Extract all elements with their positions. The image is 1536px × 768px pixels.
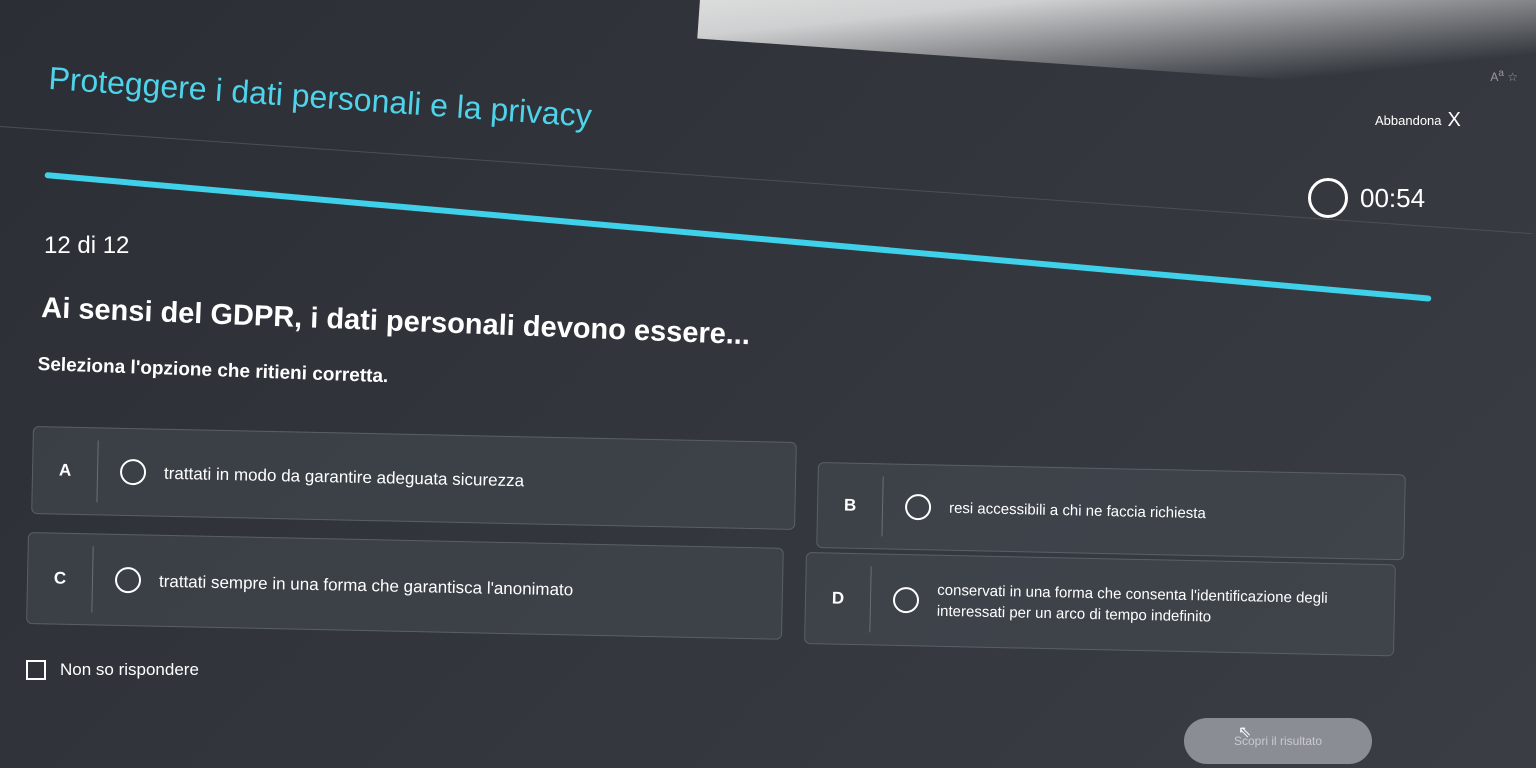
page-title: Proteggere i dati personali e la privacy <box>47 60 593 134</box>
option-text: resi accessibili a chi ne faccia richies… <box>948 499 1206 522</box>
submit-button[interactable]: Scopri il risultato <box>1184 718 1372 764</box>
radio-icon[interactable] <box>892 586 920 614</box>
radio-icon[interactable] <box>119 458 147 486</box>
dont-know-checkbox[interactable]: Non so rispondere <box>26 660 199 680</box>
option-d[interactable]: D conservati in una forma che consenta l… <box>804 552 1396 657</box>
radio-icon[interactable] <box>904 493 932 521</box>
option-text: trattati sempre in una forma che garanti… <box>158 571 574 599</box>
timer-ring-icon <box>1308 178 1348 218</box>
mouse-cursor-icon: ⇖ <box>1238 724 1252 741</box>
timer-value: 00:54 <box>1360 182 1426 213</box>
option-a[interactable]: A trattati in modo da garantire adeguata… <box>31 426 797 530</box>
radio-icon[interactable] <box>114 566 142 594</box>
browser-icons: Aa ☆ <box>1490 68 1518 84</box>
option-text: trattati in modo da garantire adeguata s… <box>163 463 525 490</box>
timer: 00:54 <box>1308 178 1425 218</box>
option-letter: A <box>58 460 72 480</box>
option-separator <box>881 476 884 537</box>
option-text: conservati in una forma che consenta l'i… <box>936 581 1328 626</box>
dont-know-label: Non so rispondere <box>60 660 199 679</box>
option-separator <box>96 440 99 503</box>
option-c[interactable]: C trattati sempre in una forma che garan… <box>26 532 784 640</box>
option-separator <box>91 546 94 613</box>
abandon-label: Abbandona <box>1375 112 1442 128</box>
progress-bar <box>44 172 1432 302</box>
header-divider <box>0 126 1533 235</box>
option-separator <box>869 566 872 633</box>
option-letter: B <box>843 495 857 515</box>
option-b[interactable]: B resi accessibili a chi ne faccia richi… <box>816 462 1406 561</box>
option-letter: C <box>53 568 67 588</box>
question-text: Ai sensi del GDPR, i dati personali devo… <box>40 292 751 352</box>
question-instruction: Seleziona l'opzione che ritieni corretta… <box>37 354 389 388</box>
screen-glare <box>697 0 1536 102</box>
checkbox-icon[interactable] <box>26 660 46 680</box>
close-icon: X <box>1447 109 1461 131</box>
abandon-button[interactable]: Abbandona X <box>1375 109 1461 131</box>
option-letter: D <box>831 588 845 608</box>
question-counter: 12 di 12 <box>44 232 130 259</box>
